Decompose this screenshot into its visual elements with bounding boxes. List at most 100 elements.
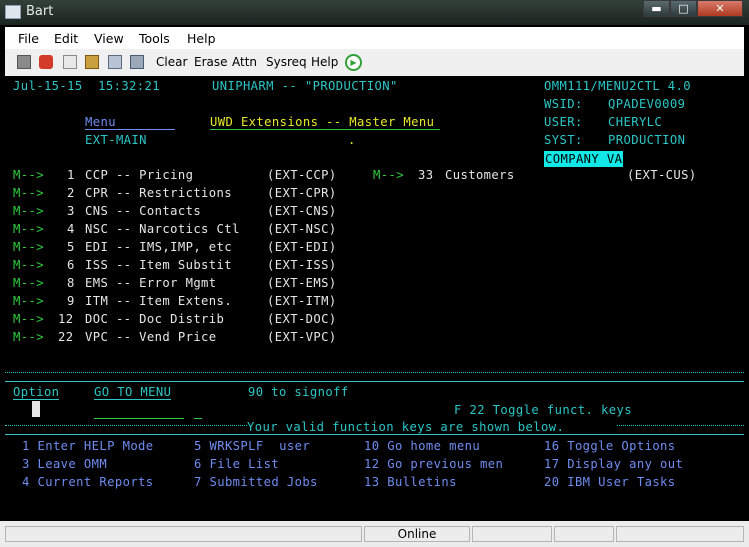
separator-line xyxy=(617,425,744,426)
maximize-button[interactable]: □ xyxy=(670,0,697,17)
app-icon xyxy=(5,5,21,19)
menu-item-text: EMS -- Error Mgmt xyxy=(85,276,217,290)
function-key[interactable]: 16 Toggle Options xyxy=(544,439,676,453)
menu-item-number: 12 xyxy=(58,312,74,326)
menu-item-text: NSC -- Narcotics Ctl xyxy=(85,222,240,236)
menu-item-code: (EXT-EDI) xyxy=(267,240,337,254)
menu-item-text: ISS -- Item Substit xyxy=(85,258,233,272)
menu-item-number: 9 xyxy=(67,294,75,308)
valid-keys-text: Your valid function keys are shown below… xyxy=(247,420,565,434)
menu-edit[interactable]: Edit xyxy=(54,31,78,46)
function-key[interactable]: 13 Bulletins xyxy=(364,475,457,489)
status-cell xyxy=(472,526,552,542)
menu-item-number: 4 xyxy=(67,222,75,236)
menu-arrow: M--> xyxy=(13,258,44,272)
wsid-label: WSID: xyxy=(544,97,583,111)
menu-item-code: (EXT-VPC) xyxy=(267,330,337,344)
menu-label: Menu xyxy=(85,115,175,130)
menu-arrow: M--> xyxy=(373,168,404,182)
menu-tools[interactable]: Tools xyxy=(139,31,170,46)
erase-button[interactable]: Erase xyxy=(194,55,228,69)
menu-help[interactable]: Help xyxy=(187,31,216,46)
copy-icon[interactable] xyxy=(63,55,77,69)
menu-name: EXT-MAIN xyxy=(85,133,147,147)
menu-arrow: M--> xyxy=(13,240,44,254)
separator-line xyxy=(5,381,744,382)
connection-status: Online xyxy=(364,526,470,542)
option-input-cursor[interactable] xyxy=(32,401,40,417)
menu-arrow: M--> xyxy=(13,168,44,182)
status-cell xyxy=(616,526,744,542)
menu-item-code: (EXT-EMS) xyxy=(267,276,337,290)
clear-button[interactable]: Clear xyxy=(156,55,187,69)
tools-icon[interactable] xyxy=(39,55,53,69)
menu-item-text: EDI -- IMS,IMP, etc xyxy=(85,240,233,254)
toolbar: Clear Erase Attn Sysreq Help ▶ xyxy=(5,49,744,77)
window-icon[interactable] xyxy=(17,55,31,69)
menu-item-text: CNS -- Contacts xyxy=(85,204,202,218)
menu-item-text: Customers xyxy=(445,168,515,182)
title-bar: Bart ▬ □ ✕ xyxy=(0,0,749,25)
menu-title: UWD Extensions -- Master Menu xyxy=(210,115,441,130)
menu-item-code: (EXT-ITM) xyxy=(267,294,337,308)
separator-line xyxy=(5,425,247,426)
function-key[interactable]: 6 File List xyxy=(194,457,279,471)
menu-arrow: M--> xyxy=(13,204,44,218)
menu-item-text: CPR -- Restrictions xyxy=(85,186,233,200)
function-key[interactable]: 20 IBM User Tasks xyxy=(544,475,676,489)
menu-view[interactable]: View xyxy=(94,31,124,46)
function-key[interactable]: 4 Current Reports xyxy=(22,475,154,489)
menu-arrow: M--> xyxy=(13,330,44,344)
goto-menu-input-end xyxy=(194,418,202,419)
sysreq-button[interactable]: Sysreq xyxy=(266,55,307,69)
signoff-hint: 90 to signoff xyxy=(248,385,349,399)
menu-item-text: VPC -- Vend Price xyxy=(85,330,217,344)
menu-item-number: 2 xyxy=(67,186,75,200)
menu-arrow: M--> xyxy=(13,294,44,308)
function-key[interactable]: 7 Submitted Jobs xyxy=(194,475,318,489)
system-name: UNIPHARM -- "PRODUCTION" xyxy=(212,79,398,93)
menu-item-code: (EXT-CNS) xyxy=(267,204,337,218)
status-cell xyxy=(5,526,362,542)
toggle-keys-hint: F 22 Toggle funct. keys xyxy=(454,403,632,417)
close-button[interactable]: ✕ xyxy=(697,0,743,17)
paste-icon[interactable] xyxy=(85,55,99,69)
separator-line xyxy=(5,372,744,373)
user-value: CHERYLC xyxy=(608,115,663,129)
wsid-value: QPADEV0009 xyxy=(608,97,686,111)
menu-item-number: 6 xyxy=(67,258,75,272)
play-icon[interactable]: ▶ xyxy=(345,54,362,71)
menu-arrow: M--> xyxy=(13,312,44,326)
minimize-button[interactable]: ▬ xyxy=(643,0,670,17)
menu-bar: File Edit View Tools Help xyxy=(5,27,744,49)
syst-value: PRODUCTION xyxy=(608,133,686,147)
function-key[interactable]: 10 Go home menu xyxy=(364,439,480,453)
terminal-screen[interactable]: Jul-15-15 15:32:21 UNIPHARM -- "PRODUCTI… xyxy=(5,76,744,521)
menu-item-code: (EXT-CUS) xyxy=(627,168,697,182)
print-icon[interactable] xyxy=(108,55,122,69)
menu-item-number: 5 xyxy=(67,240,75,254)
goto-menu-input[interactable] xyxy=(94,418,184,419)
menu-item-code: (EXT-NSC) xyxy=(267,222,337,236)
help-button[interactable]: Help xyxy=(311,55,338,69)
date-time: Jul-15-15 15:32:21 xyxy=(13,79,161,93)
menu-item-text: ITM -- Item Extens. xyxy=(85,294,233,308)
user-label: USER: xyxy=(544,115,583,129)
status-bar: Online xyxy=(0,521,749,547)
separator-line xyxy=(5,434,744,435)
function-key[interactable]: 12 Go previous men xyxy=(364,457,503,471)
attn-button[interactable]: Attn xyxy=(232,55,257,69)
status-cell xyxy=(554,526,614,542)
print-screen-icon[interactable] xyxy=(130,55,144,69)
menu-arrow: M--> xyxy=(13,222,44,236)
menu-dot: . xyxy=(348,133,356,147)
menu-item-number: 8 xyxy=(67,276,75,290)
company-field: COMPANY VA xyxy=(544,151,624,167)
function-key[interactable]: 1 Enter HELP Mode xyxy=(22,439,154,453)
function-key[interactable]: 5 WRKSPLF user xyxy=(194,439,310,453)
window-title: Bart xyxy=(26,4,54,19)
function-key[interactable]: 17 Display any out xyxy=(544,457,683,471)
function-key[interactable]: 3 Leave OMM xyxy=(22,457,107,471)
menu-item-number: 22 xyxy=(58,330,74,344)
menu-file[interactable]: File xyxy=(18,31,39,46)
